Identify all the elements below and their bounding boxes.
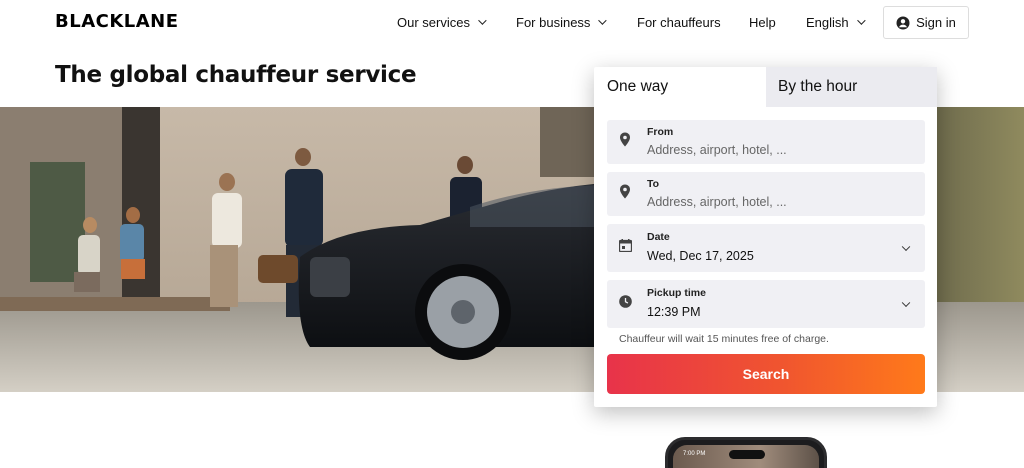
- to-placeholder: Address, airport, hotel, ...: [647, 195, 787, 209]
- nav-for-chauffeurs[interactable]: For chauffeurs: [637, 0, 721, 44]
- pickup-time-label: Pickup time: [647, 287, 706, 299]
- chevron-down-icon: [856, 16, 866, 25]
- location-pin-icon: [619, 132, 631, 152]
- nav-help[interactable]: Help: [749, 0, 776, 44]
- nav-for-business[interactable]: For business: [516, 0, 608, 44]
- app-phone-mockup: 7:00 PM: [665, 437, 827, 468]
- date-label: Date: [647, 231, 670, 243]
- site-header: BLACKLANE Our services For business For …: [0, 0, 1024, 44]
- nav-our-services[interactable]: Our services: [397, 0, 487, 44]
- tab-by-the-hour-label: By the hour: [778, 78, 858, 95]
- nav-our-services-label: Our services: [397, 14, 470, 30]
- language-selector[interactable]: English: [806, 0, 866, 44]
- booking-tabs: One way By the hour: [594, 67, 937, 107]
- pickup-time-value: 12:39 PM: [647, 305, 701, 319]
- from-field[interactable]: From Address, airport, hotel, ...: [607, 120, 925, 164]
- chevron-down-icon: [598, 16, 608, 25]
- chevron-down-icon: [478, 16, 487, 25]
- sign-in-label: Sign in: [916, 15, 956, 30]
- phone-dynamic-island: [729, 450, 765, 459]
- phone-screen: 7:00 PM: [673, 445, 819, 468]
- calendar-icon: [618, 239, 633, 257]
- location-pin-icon: [619, 184, 631, 204]
- chevron-down-icon: [901, 242, 911, 252]
- phone-status-time: 7:00 PM: [683, 451, 706, 457]
- tab-one-way[interactable]: One way: [594, 67, 766, 107]
- to-field[interactable]: To Address, airport, hotel, ...: [607, 172, 925, 216]
- page-title: The global chauffeur service: [55, 62, 417, 88]
- from-placeholder: Address, airport, hotel, ...: [647, 143, 787, 157]
- date-field[interactable]: Date Wed, Dec 17, 2025: [607, 224, 925, 272]
- clock-icon: [619, 295, 632, 313]
- nav-for-business-label: For business: [516, 14, 591, 30]
- from-label: From: [647, 126, 674, 138]
- search-button[interactable]: Search: [607, 354, 925, 394]
- chevron-down-icon: [901, 298, 911, 308]
- nav-for-chauffeurs-label: For chauffeurs: [637, 14, 721, 30]
- nav-help-label: Help: [749, 14, 776, 30]
- to-label: To: [647, 178, 660, 190]
- booking-widget: One way By the hour From Address, airpor…: [594, 67, 937, 407]
- user-circle-icon: [896, 16, 910, 30]
- blacklane-logo[interactable]: BLACKLANE: [55, 11, 179, 32]
- pickup-time-field[interactable]: Pickup time 12:39 PM: [607, 280, 925, 328]
- sign-in-button[interactable]: Sign in: [883, 6, 969, 39]
- tab-by-the-hour[interactable]: By the hour: [766, 67, 937, 107]
- date-value: Wed, Dec 17, 2025: [647, 249, 754, 263]
- language-label: English: [806, 14, 849, 30]
- wait-time-note: Chauffeur will wait 15 minutes free of c…: [619, 333, 829, 345]
- tab-one-way-label: One way: [607, 78, 669, 95]
